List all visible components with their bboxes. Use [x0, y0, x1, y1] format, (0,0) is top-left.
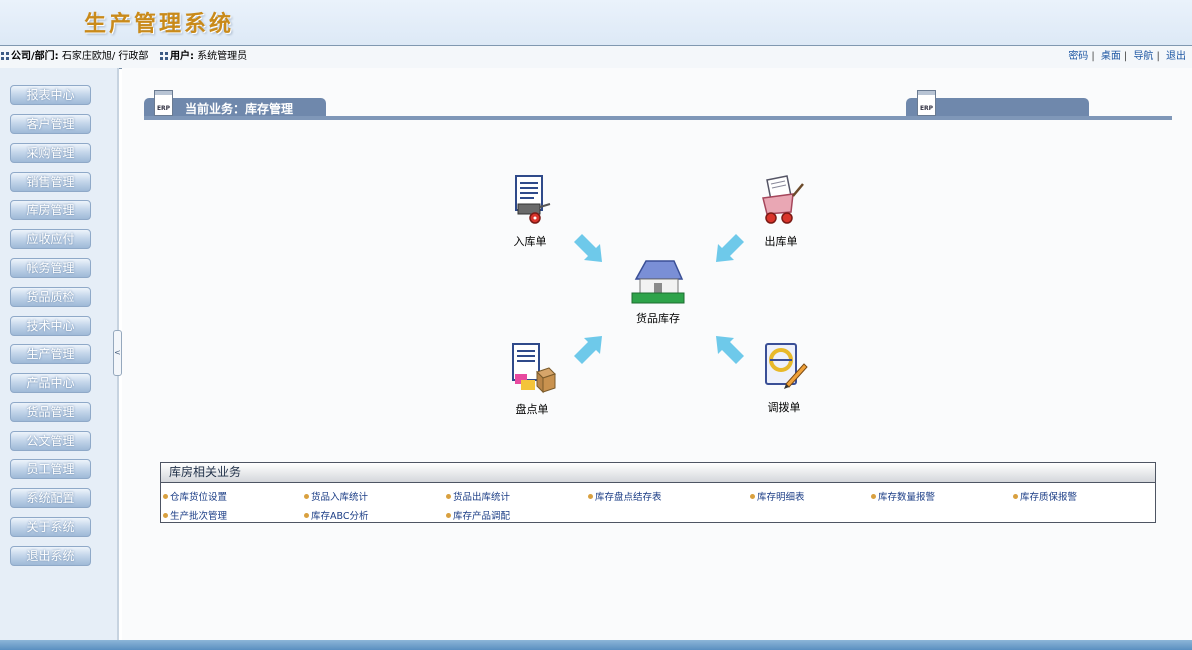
- sidebar-item-about[interactable]: 关于系统: [10, 517, 91, 537]
- arrow-down-left-icon: [716, 234, 744, 262]
- link-quantity-alert[interactable]: 库存数量报警: [871, 489, 935, 503]
- goods-inventory[interactable]: 货品库存: [628, 257, 688, 326]
- company-info: 公司/部门: 石家庄欧旭/ 行政部: [1, 46, 148, 68]
- arrow-down-right-icon: [574, 234, 602, 262]
- link-batch-management[interactable]: 生产批次管理: [163, 508, 227, 522]
- password-link[interactable]: 密码: [1068, 51, 1088, 62]
- panel-title: 库房相关业务: [161, 463, 1155, 483]
- sidebar-item-documents[interactable]: 公文管理: [10, 431, 91, 451]
- user-value: 系统管理员: [197, 51, 248, 62]
- sidebar-item-goods[interactable]: 货品管理: [10, 402, 91, 422]
- link-stocktake-balance[interactable]: 库存盘点结存表: [588, 489, 662, 503]
- app-title: 生产管理系统: [84, 11, 235, 37]
- inbound-form-icon: [515, 175, 551, 224]
- link-inbound-stats[interactable]: 货品入库统计: [304, 489, 368, 503]
- link-abc-analysis[interactable]: 库存ABC分析: [304, 508, 368, 522]
- sidebar-item-production[interactable]: 生产管理: [10, 344, 91, 364]
- link-location-setup[interactable]: 仓库货位设置: [163, 489, 227, 503]
- sidebar-item-tech[interactable]: 技术中心: [10, 316, 91, 336]
- sidebar-item-sales[interactable]: 销售管理: [10, 172, 91, 192]
- sidebar-item-purchasing[interactable]: 采购管理: [10, 143, 91, 163]
- sidebar-item-accounts[interactable]: 帐务管理: [10, 258, 91, 278]
- transfer-label: 调拨单: [767, 401, 801, 414]
- erp-document-icon: ERP: [154, 90, 173, 116]
- link-product-allocation[interactable]: 库存产品调配: [446, 508, 510, 522]
- arrow-up-right-icon: [574, 336, 602, 364]
- stocktake-label: 盘点单: [515, 403, 549, 416]
- sidebar-item-warehouse[interactable]: 库房管理: [10, 200, 91, 220]
- navigation-link[interactable]: 导航: [1133, 51, 1153, 62]
- erp-document-icon: ERP: [917, 90, 936, 116]
- stocktake-order[interactable]: 盘点单: [505, 342, 559, 417]
- sidebar-item-reports[interactable]: 报表中心: [10, 85, 91, 105]
- sidebar-item-config[interactable]: 系统配置: [10, 488, 91, 508]
- company-value: 石家庄欧旭/ 行政部: [61, 51, 149, 62]
- outbound-cart-icon: [762, 175, 804, 224]
- stocktake-form-icon: [512, 343, 556, 394]
- transfer-order[interactable]: 调拨单: [758, 340, 810, 415]
- sidebar-item-customers[interactable]: 客户管理: [10, 114, 91, 134]
- top-links: 密码 | 桌面 | 导航 | 退出: [1068, 51, 1186, 62]
- link-stock-detail[interactable]: 库存明细表: [750, 489, 805, 503]
- grid-icon: [160, 52, 168, 60]
- footer-bar: [0, 640, 1192, 650]
- logout-link[interactable]: 退出: [1166, 51, 1186, 62]
- inbound-label: 入库单: [513, 235, 547, 248]
- user-label: 用户:: [170, 51, 194, 62]
- outbound-order[interactable]: 出库单: [755, 174, 807, 249]
- arrow-up-left-icon: [716, 336, 744, 364]
- sidebar-collapse-toggle[interactable]: <: [113, 330, 122, 376]
- inventory-label: 货品库存: [636, 312, 680, 325]
- grid-icon: [1, 52, 9, 60]
- sidebar-item-exit[interactable]: 退出系统: [10, 546, 91, 566]
- desktop-link[interactable]: 桌面: [1101, 51, 1121, 62]
- user-info: 用户: 系统管理员: [160, 46, 247, 68]
- sidebar-item-products[interactable]: 产品中心: [10, 373, 91, 393]
- business-bar: [144, 116, 1172, 120]
- outbound-label: 出库单: [764, 235, 798, 248]
- link-outbound-stats[interactable]: 货品出库统计: [446, 489, 510, 503]
- sidebar-item-staff[interactable]: 员工管理: [10, 459, 91, 479]
- sidebar-item-receivables[interactable]: 应收应付: [10, 229, 91, 249]
- app-header: 生产管理系统: [0, 0, 1192, 45]
- company-label: 公司/部门:: [11, 51, 59, 62]
- warehouse-icon: [631, 260, 685, 304]
- transfer-icon: [765, 343, 808, 389]
- main-content: [122, 68, 1192, 640]
- inbound-order[interactable]: 入库单: [505, 174, 555, 249]
- sidebar-item-quality[interactable]: 货品质检: [10, 287, 91, 307]
- info-bar: 公司/部门: 石家庄欧旭/ 行政部 用户: 系统管理员 密码 | 桌面 | 导航 | …: [0, 45, 1192, 69]
- link-warranty-alert[interactable]: 库存质保报警: [1013, 489, 1077, 503]
